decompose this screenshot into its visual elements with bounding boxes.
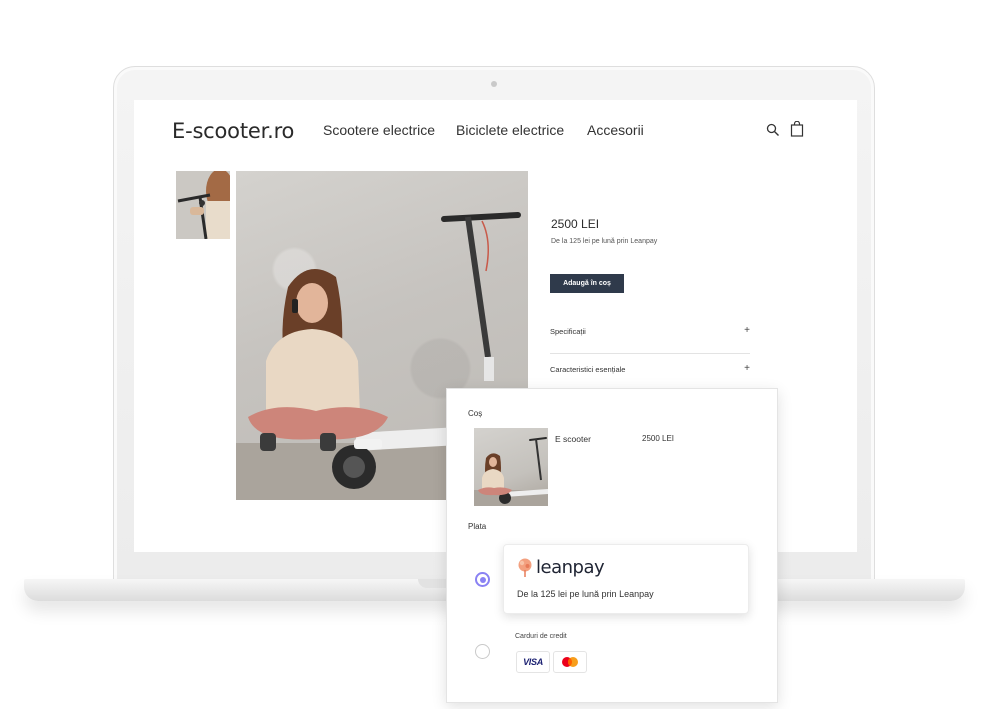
accordion-label: Specificații xyxy=(550,327,586,336)
leanpay-description: De la 125 lei pe lună prin Leanpay xyxy=(517,589,654,599)
cart-item-photo xyxy=(474,437,548,506)
checkout-panel: Coș E scooter 2500 LEI Plata leanpay De … xyxy=(446,388,778,703)
visa-logo-text: VISA xyxy=(523,657,543,667)
mastercard-logo xyxy=(562,657,578,667)
cart-button[interactable] xyxy=(790,120,804,137)
cart-item-name: E scooter xyxy=(555,434,591,444)
nav-scootere-electrice[interactable]: Scootere electrice xyxy=(323,122,435,138)
plus-icon: + xyxy=(744,325,750,336)
cart-item-price: 2500 LEI xyxy=(642,434,675,443)
product-thumbnail[interactable] xyxy=(176,171,230,239)
installment-text: De la 125 lei pe lună prin Leanpay xyxy=(551,238,658,245)
leanpay-radio[interactable] xyxy=(475,572,490,587)
accordion-divider xyxy=(550,353,750,354)
credit-card-label: Carduri de credit xyxy=(515,633,567,640)
visa-icon: VISA xyxy=(516,651,550,673)
site-logo[interactable]: E-scooter.ro xyxy=(172,119,294,143)
nav-biciclete-electrice[interactable]: Biciclete electrice xyxy=(456,122,564,138)
leanpay-brand-text: leanpay xyxy=(536,557,605,578)
search-button[interactable] xyxy=(766,123,780,137)
payment-title: Plata xyxy=(468,522,487,531)
accordion-caracteristici[interactable]: Caracteristici esențiale + xyxy=(550,363,750,374)
accordion-label: Caracteristici esențiale xyxy=(550,365,626,374)
plus-icon: + xyxy=(744,363,750,374)
leanpay-logo: leanpay xyxy=(516,557,606,580)
nav-accesorii[interactable]: Accesorii xyxy=(587,122,644,138)
laptop-camera xyxy=(491,81,497,87)
credit-card-radio[interactable] xyxy=(475,644,490,659)
product-price: 2500 LEI xyxy=(551,217,600,231)
cart-item-image xyxy=(474,428,548,506)
accordion-specificatii[interactable]: Specificații + xyxy=(550,325,750,336)
shopping-bag-icon xyxy=(790,120,804,137)
add-to-cart-button[interactable]: Adaugă în coș xyxy=(550,274,624,293)
mastercard-icon xyxy=(553,651,587,673)
thumbnail-image xyxy=(176,171,230,239)
leanpay-option[interactable]: leanpay De la 125 lei pe lună prin Leanp… xyxy=(503,544,749,614)
search-icon xyxy=(766,123,779,136)
leanpay-logo-icon xyxy=(518,558,532,577)
cart-title: Coș xyxy=(468,409,483,418)
